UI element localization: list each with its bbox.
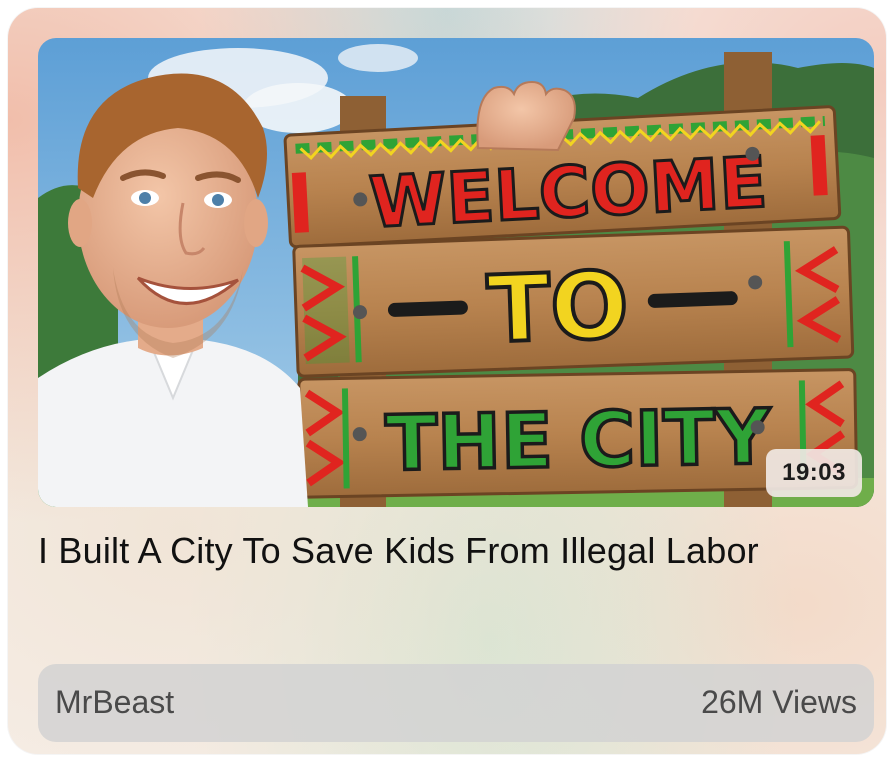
sign-line-3: THE CITY (385, 392, 772, 488)
thumbnail-image: WELCOME TO THE CITY (38, 38, 874, 507)
sign-line-2: TO (486, 252, 631, 364)
duration-badge: 19:03 (766, 449, 862, 497)
view-count: 26M Views (701, 684, 857, 720)
channel-name[interactable]: MrBeast (55, 684, 174, 721)
video-title[interactable]: I Built A City To Save Kids From Illegal… (38, 530, 878, 572)
video-meta-bar: MrBeast 26M Views (38, 664, 874, 742)
video-thumbnail[interactable]: WELCOME TO THE CITY 19:03 (38, 38, 874, 507)
video-card[interactable]: WELCOME TO THE CITY 19:03 I Built A City… (8, 8, 886, 754)
